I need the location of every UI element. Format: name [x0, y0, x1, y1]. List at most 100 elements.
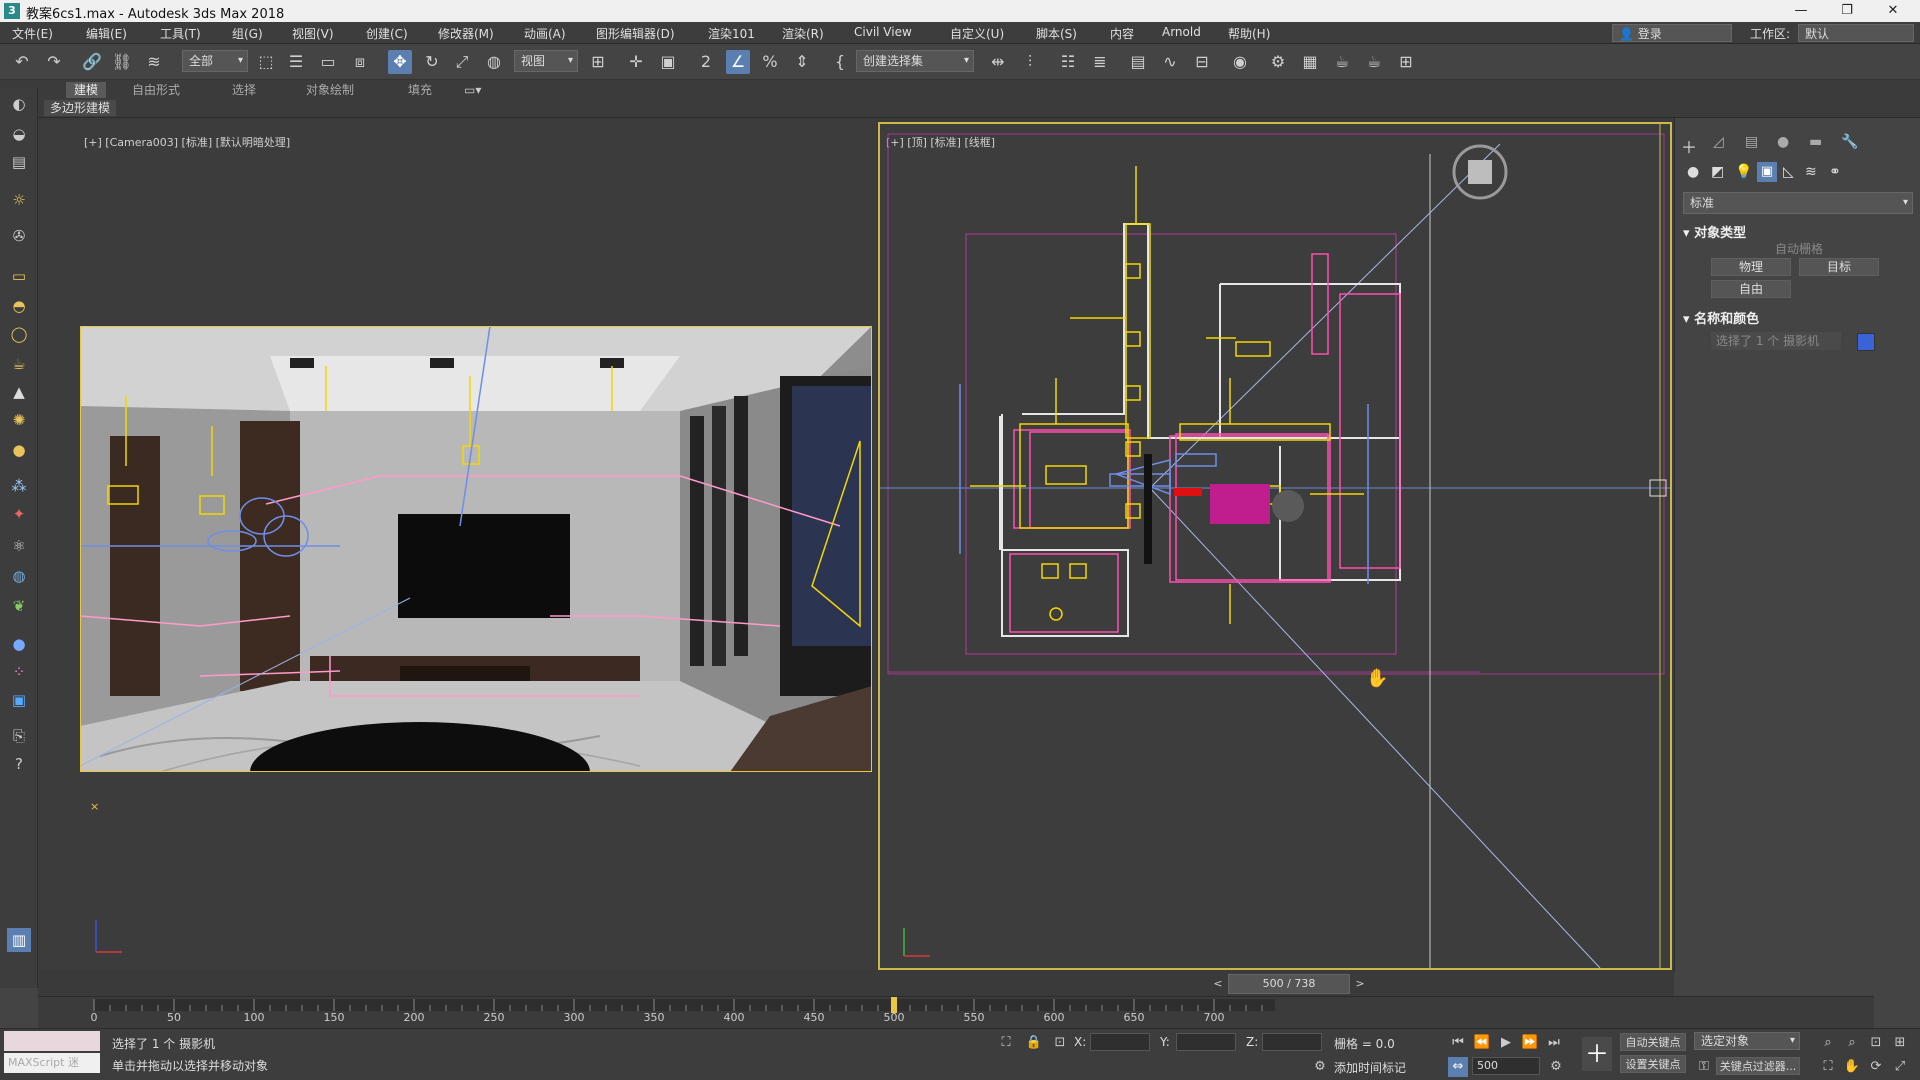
- dynamics-icon[interactable]: ✦: [7, 502, 31, 526]
- cameras-category-icon[interactable]: ▣: [1757, 162, 1777, 182]
- help-icon[interactable]: ?: [7, 752, 31, 776]
- time-slider-prev[interactable]: <: [1208, 974, 1228, 994]
- material-sphere-icon[interactable]: ●: [7, 632, 31, 656]
- camera-viewport-label[interactable]: [+] [Camera003] [标准] [默认明暗处理]: [84, 134, 290, 150]
- key-filters-button[interactable]: 关键点过滤器...: [1716, 1057, 1800, 1075]
- current-frame-spinner[interactable]: 500: [1472, 1057, 1540, 1075]
- display-tab-icon[interactable]: ▬: [1809, 134, 1822, 150]
- object-color-swatch[interactable]: [1857, 333, 1875, 351]
- bind-spacewarp-icon[interactable]: ≋: [142, 50, 166, 74]
- scene-explorer-icon[interactable]: ☷: [1056, 50, 1080, 74]
- pivot-center-icon[interactable]: ⊞: [586, 50, 610, 74]
- unlink-icon[interactable]: ⛓: [110, 50, 134, 74]
- spinner-snap-icon[interactable]: ⇕: [790, 50, 814, 74]
- isolate-selection-icon[interactable]: ⛶: [996, 1033, 1016, 1053]
- x-coordinate-input[interactable]: [1090, 1033, 1150, 1051]
- menu-group[interactable]: 组(G): [232, 25, 263, 42]
- auto-key-button[interactable]: 自动关键点: [1620, 1033, 1686, 1051]
- redo-icon[interactable]: ↷: [42, 50, 66, 74]
- geosphere-icon[interactable]: ●: [7, 438, 31, 462]
- goto-start-icon[interactable]: ⏮: [1448, 1033, 1468, 1053]
- palette-icon[interactable]: ⁘: [7, 660, 31, 684]
- angle-snap-icon[interactable]: ∠: [726, 50, 750, 74]
- autogrid-checkbox[interactable]: 自动栅格: [1775, 240, 1823, 257]
- undo-icon[interactable]: ↶: [10, 50, 34, 74]
- geometry-category-icon[interactable]: ●: [1687, 164, 1699, 180]
- rendered-frame-window-icon[interactable]: ▦: [1298, 50, 1322, 74]
- manipulate-icon[interactable]: ✛: [624, 50, 648, 74]
- light-icon[interactable]: ☼: [7, 188, 31, 212]
- pan-view-icon[interactable]: ✋: [1842, 1057, 1862, 1077]
- time-slider-thumb[interactable]: 500 / 738: [1228, 974, 1350, 994]
- y-coordinate-input[interactable]: [1176, 1033, 1236, 1051]
- time-tag-icon[interactable]: ⚙: [1310, 1057, 1330, 1077]
- systems-category-icon[interactable]: ⚭: [1829, 164, 1841, 180]
- ribbon-tab-freeform[interactable]: 自由形式: [124, 82, 188, 98]
- lights-category-icon[interactable]: 💡: [1735, 164, 1752, 180]
- align-icon[interactable]: ⫶: [1018, 50, 1042, 74]
- ribbon-tab-selection[interactable]: 选择: [224, 82, 264, 98]
- menu-modifiers[interactable]: 修改器(M): [438, 25, 494, 42]
- render-cloud-icon[interactable]: ⊞: [1394, 50, 1418, 74]
- select-object-icon[interactable]: ⬚: [254, 50, 278, 74]
- free-camera-button[interactable]: 自由: [1711, 280, 1791, 298]
- select-move-icon[interactable]: ✥: [388, 50, 412, 74]
- menu-civil-view[interactable]: Civil View: [854, 25, 912, 39]
- set-key-button[interactable]: 设置关键点: [1620, 1055, 1686, 1073]
- goto-end-icon[interactable]: ⏭: [1544, 1033, 1564, 1053]
- helper-icon[interactable]: ⚛: [7, 534, 31, 558]
- zoom-all-icon[interactable]: ⌕: [1842, 1033, 1862, 1053]
- ribbon-tab-object-paint[interactable]: 对象绘制: [298, 82, 362, 98]
- render-icon[interactable]: ▣: [7, 688, 31, 712]
- menu-file[interactable]: 文件(E): [12, 25, 53, 42]
- key-filter-icon[interactable]: ⚿: [1694, 1057, 1714, 1077]
- key-mode-icon[interactable]: ⇔: [1448, 1057, 1468, 1077]
- globe-icon[interactable]: ◍: [7, 564, 31, 588]
- rect-selection-icon[interactable]: ▭: [316, 50, 340, 74]
- minimize-button[interactable]: —: [1778, 0, 1824, 22]
- edit-named-sets-icon[interactable]: {: [828, 50, 852, 74]
- selection-filter-dropdown[interactable]: 全部: [182, 50, 248, 72]
- zoom-extents-icon[interactable]: ⊡: [1866, 1033, 1886, 1053]
- cone-icon[interactable]: ▲: [7, 380, 31, 404]
- menu-graph-editors[interactable]: 图形编辑器(D): [596, 25, 675, 42]
- camera-icon[interactable]: ✇: [7, 224, 31, 248]
- placement-icon[interactable]: ◍: [482, 50, 506, 74]
- particles-icon[interactable]: ⁂: [7, 474, 31, 498]
- torus-icon[interactable]: ◯: [7, 322, 31, 346]
- sun-icon[interactable]: ✺: [7, 408, 31, 432]
- spacewarps-category-icon[interactable]: ≋: [1805, 164, 1817, 180]
- layer-explorer-icon[interactable]: ≣: [1088, 50, 1112, 74]
- foliage-icon[interactable]: ❦: [7, 594, 31, 618]
- login-dropdown[interactable]: 👤 登录: [1612, 24, 1732, 42]
- target-camera-button[interactable]: 目标: [1799, 258, 1879, 276]
- render-setup-icon[interactable]: ⚙: [1266, 50, 1290, 74]
- motion-tab-icon[interactable]: ●: [1777, 134, 1789, 150]
- orbit-icon[interactable]: ⟳: [1866, 1057, 1886, 1077]
- camera-viewport[interactable]: [+] [Camera003] [标准] [默认明暗处理] ×: [40, 120, 876, 970]
- hierarchy-tab-icon[interactable]: ▤: [1745, 134, 1758, 150]
- ribbon-options-icon[interactable]: ▭▾: [456, 82, 489, 98]
- maxscript-listener-pink[interactable]: [4, 1031, 100, 1051]
- hierarchy-icon[interactable]: ▤: [7, 150, 31, 174]
- maximize-viewport-icon[interactable]: ⤢: [1890, 1057, 1910, 1077]
- curve-editor-icon[interactable]: ∿: [1158, 50, 1182, 74]
- render-iterative-icon[interactable]: ☕: [1362, 50, 1386, 74]
- named-selection-set-dropdown[interactable]: 创建选择集: [856, 50, 974, 72]
- workspace-dropdown[interactable]: 默认: [1798, 24, 1914, 42]
- material-editor-icon[interactable]: ◉: [1228, 50, 1252, 74]
- utilities-tab-icon[interactable]: 🔧: [1841, 134, 1858, 150]
- schematic-view-icon[interactable]: ⊟: [1190, 50, 1214, 74]
- snaps-toggle-icon[interactable]: 2: [694, 50, 718, 74]
- selection-lock-icon[interactable]: 🔒: [1024, 1033, 1044, 1053]
- menu-content[interactable]: 内容: [1110, 25, 1134, 42]
- utilities-icon[interactable]: ⎘: [7, 724, 31, 748]
- next-frame-icon[interactable]: ⏩: [1520, 1033, 1540, 1053]
- shapes-category-icon[interactable]: ◩: [1711, 164, 1724, 180]
- modify-tab-icon[interactable]: ◿: [1713, 134, 1724, 150]
- prev-frame-icon[interactable]: ⏪: [1472, 1033, 1492, 1053]
- reference-coord-dropdown[interactable]: 视图: [514, 50, 578, 72]
- name-color-rollout-title[interactable]: ▾ 名称和颜色: [1683, 308, 1759, 327]
- menu-animation[interactable]: 动画(A): [524, 25, 566, 42]
- select-by-name-icon[interactable]: ☰: [284, 50, 308, 74]
